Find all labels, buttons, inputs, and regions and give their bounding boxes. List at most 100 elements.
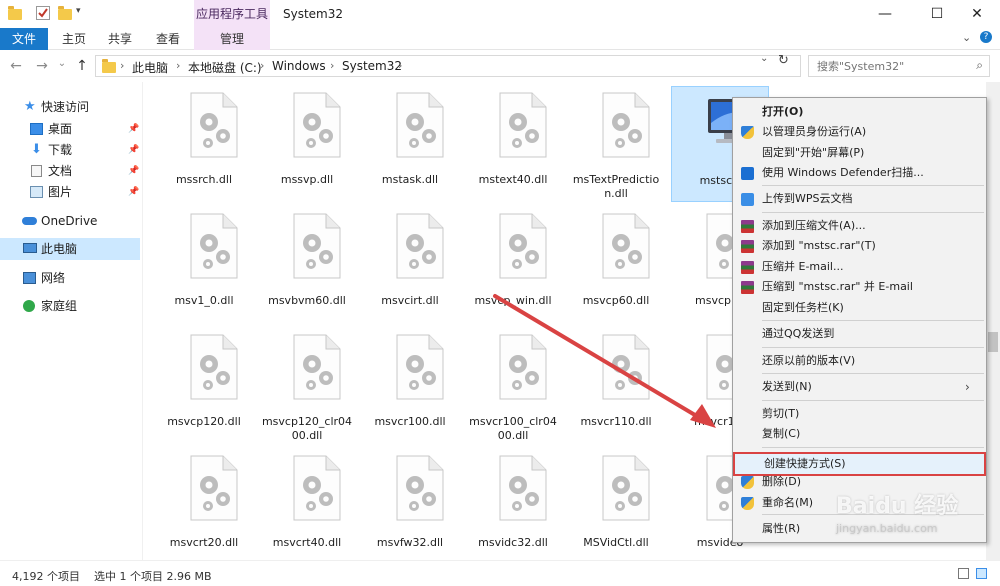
file-item[interactable]: msvcp120.dll (155, 328, 253, 444)
address-history-dropdown-icon[interactable]: ⌄ (760, 53, 768, 64)
file-item[interactable]: msTextPredictio n.dll (567, 86, 665, 202)
menu-item-11[interactable]: 还原以前的版本(V) (733, 351, 986, 371)
menu-item-14[interactable]: 复制(C) (733, 424, 986, 444)
file-name: msvfw32.dll (376, 536, 444, 549)
sidebar-item-quick-access[interactable]: ★ 快速访问 (0, 96, 140, 118)
pin-icon[interactable]: 📌 (128, 160, 139, 182)
menu-separator (762, 447, 984, 448)
breadcrumb-this-pc[interactable]: 此电脑 (132, 59, 168, 76)
tab-manage[interactable]: 管理 (194, 28, 270, 50)
menu-item-2[interactable]: 固定到"开始"屏幕(P) (733, 143, 986, 163)
pin-icon[interactable]: 📌 (128, 181, 139, 203)
menu-item-13[interactable]: 剪切(T) (733, 404, 986, 424)
menu-item-10[interactable]: 通过QQ发送到 (733, 324, 986, 344)
ribbon-expand-icon[interactable]: ⌄ (962, 31, 971, 44)
sidebar-item-homegroup[interactable]: 家庭组 (0, 295, 140, 317)
menu-item-5[interactable]: 添加到压缩文件(A)... (733, 216, 986, 236)
breadcrumb-windows[interactable]: Windows (272, 59, 326, 73)
menu-item-1[interactable]: 以管理员身份运行(A) (733, 122, 986, 142)
breadcrumb-separator[interactable]: › (120, 59, 124, 72)
file-item[interactable]: mssvp.dll (258, 86, 356, 202)
up-button[interactable]: ↑ (74, 58, 90, 74)
file-item[interactable]: msvfw32.dll (361, 449, 459, 560)
file-item[interactable]: mstext40.dll (464, 86, 562, 202)
pin-icon[interactable]: 📌 (128, 118, 139, 140)
help-icon[interactable]: ? (980, 31, 992, 43)
breadcrumb-separator[interactable]: › (260, 59, 264, 72)
sidebar-item-network[interactable]: 网络 (0, 267, 140, 289)
breadcrumb-separator[interactable]: › (398, 59, 402, 72)
dll-file-icon (290, 92, 344, 158)
address-bar[interactable]: › 此电脑 › 本地磁盘 (C:) › Windows › System32 › (95, 55, 801, 77)
sidebar-item-onedrive[interactable]: OneDrive (0, 210, 140, 232)
file-item[interactable]: msv1_0.dll (155, 207, 253, 323)
details-view-icon[interactable] (958, 568, 969, 579)
file-item[interactable]: msvcp_win.dll (464, 207, 562, 323)
tab-view[interactable]: 查看 (148, 28, 188, 50)
file-item[interactable]: msvcp120_clr04 00.dll (258, 328, 356, 444)
refresh-icon[interactable]: ↻ (778, 53, 789, 68)
file-item[interactable]: msvcr100_clr04 00.dll (464, 328, 562, 444)
minimize-button[interactable]: — (862, 0, 908, 28)
file-item[interactable]: mstask.dll (361, 86, 459, 202)
sidebar-item-this-pc[interactable]: 此电脑 (0, 238, 140, 260)
menu-item-8[interactable]: 压缩到 "mstsc.rar" 并 E-mail (733, 277, 986, 297)
vertical-scrollbar[interactable] (986, 82, 1000, 560)
breadcrumb-separator[interactable]: › (330, 59, 334, 72)
large-icons-view-icon[interactable] (976, 568, 987, 579)
dll-file-icon (187, 213, 241, 279)
search-icon[interactable]: ⌕ (976, 58, 983, 73)
file-item[interactable]: msvidc32.dll (464, 449, 562, 560)
menu-item-7[interactable]: 压缩并 E-mail... (733, 257, 986, 277)
breadcrumb-system32[interactable]: System32 (342, 59, 402, 73)
winrar-icon (741, 220, 754, 233)
tab-share[interactable]: 共享 (100, 28, 140, 50)
dll-file-icon (393, 92, 447, 158)
file-name: mstext40.dll (478, 173, 548, 186)
breadcrumb-separator[interactable]: › (176, 59, 180, 72)
scrollbar-thumb[interactable] (988, 332, 998, 352)
sidebar-item-documents[interactable]: 文档 📌 (0, 160, 140, 182)
file-item[interactable]: mssrch.dll (155, 86, 253, 202)
menu-item-12[interactable]: 发送到(N) › (733, 377, 986, 397)
forward-button[interactable]: → (34, 58, 50, 74)
file-item[interactable]: msvcirt.dll (361, 207, 459, 323)
back-button[interactable]: ← (8, 58, 24, 74)
file-item[interactable]: msvcrt20.dll (155, 449, 253, 560)
dll-file-icon (599, 334, 653, 400)
file-name: msvcr110.dll (580, 415, 652, 428)
new-folder-icon[interactable] (58, 6, 72, 20)
file-item[interactable]: msvbvm60.dll (258, 207, 356, 323)
tab-home[interactable]: 主页 (54, 28, 94, 50)
menu-separator (762, 347, 984, 348)
file-item[interactable]: MSVidCtl.dll (567, 449, 665, 560)
menu-item-4[interactable]: 上传到WPS云文档 (733, 189, 986, 209)
search-input[interactable] (809, 56, 969, 76)
menu-item-label: 添加到压缩文件(A)... (762, 219, 866, 232)
menu-separator (762, 185, 984, 186)
menu-item-9[interactable]: 固定到任务栏(K) (733, 298, 986, 318)
file-name: msvcrt40.dll (272, 536, 342, 549)
pin-icon[interactable]: 📌 (128, 139, 139, 161)
menu-item-0[interactable]: 打开(O) (733, 102, 986, 122)
menu-separator (762, 212, 984, 213)
sidebar-item-pictures[interactable]: 图片 📌 (0, 181, 140, 203)
properties-check-icon[interactable] (36, 6, 50, 20)
sidebar-item-desktop[interactable]: 桌面 📌 (0, 118, 140, 140)
file-name: msTextPredictio n.dll (572, 173, 660, 200)
computer-icon (23, 243, 37, 253)
sidebar-item-downloads[interactable]: ⬇ 下载 📌 (0, 139, 140, 161)
file-item[interactable]: msvcrt40.dll (258, 449, 356, 560)
search-box[interactable]: ⌕ (808, 55, 990, 77)
breadcrumb-local-disk[interactable]: 本地磁盘 (C:) (188, 59, 262, 76)
file-item[interactable]: msvcr110.dll (567, 328, 665, 444)
recent-locations-icon[interactable]: ⌄ (54, 58, 70, 69)
menu-item-3[interactable]: 使用 Windows Defender扫描... (733, 163, 986, 183)
quick-access-toolbar-dropdown-icon[interactable]: ▾ (76, 6, 81, 16)
file-item[interactable]: msvcr100.dll (361, 328, 459, 444)
sidebar-item-label: 快速访问 (41, 100, 90, 114)
close-button[interactable]: ✕ (954, 0, 1000, 28)
star-icon: ★ (24, 99, 36, 114)
menu-item-6[interactable]: 添加到 "mstsc.rar"(T) (733, 236, 986, 256)
file-item[interactable]: msvcp60.dll (567, 207, 665, 323)
